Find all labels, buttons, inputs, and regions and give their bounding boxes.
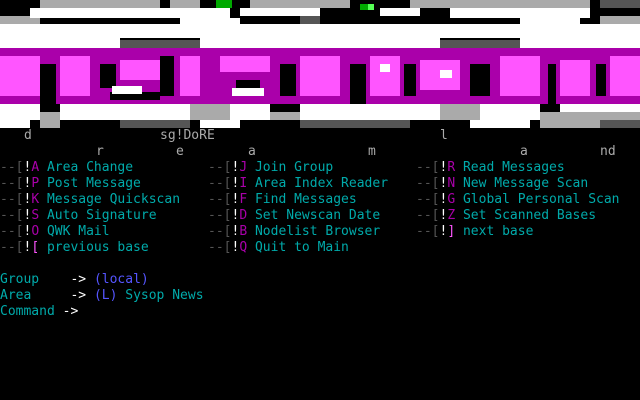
menu-item-area-change[interactable]: --[!A Area Change bbox=[0, 160, 133, 176]
area-status-line: Area -> (L) Sysop News bbox=[0, 288, 204, 304]
area-label: Area bbox=[0, 288, 32, 303]
tag-letter: nd bbox=[600, 144, 616, 159]
ansi-art-banner bbox=[0, 0, 640, 128]
menu-item-nodelist-browser[interactable]: --[!B Nodelist Browser bbox=[208, 224, 380, 240]
menu-item-next-base[interactable]: --[!] next base bbox=[416, 224, 533, 240]
menu-prefix: --[ bbox=[0, 240, 24, 255]
menu-item-previous-base[interactable]: --[![ previous base bbox=[0, 240, 149, 256]
menu-item-message-quickscan[interactable]: --[!K Message Quickscan bbox=[0, 192, 180, 208]
menu-label: Auto Signature bbox=[46, 208, 157, 223]
menu-label: Set Scanned Bases bbox=[462, 208, 597, 223]
menu-prefix: --[ bbox=[0, 208, 24, 223]
menu-item-global-personal-scan[interactable]: --[!G Global Personal Scan bbox=[416, 192, 620, 208]
menu-prefix: --[ bbox=[208, 224, 232, 239]
menu-prefix: --[ bbox=[416, 192, 440, 207]
menu-item-auto-signature[interactable]: --[!S Auto Signature bbox=[0, 208, 157, 224]
tag-letter: a bbox=[248, 144, 256, 159]
menu-hotkey: D bbox=[239, 208, 248, 223]
menu-prefix: --[ bbox=[416, 208, 440, 223]
menu-label: Nodelist Browser bbox=[254, 224, 381, 239]
menu-item-find-messages[interactable]: --[!F Find Messages bbox=[208, 192, 357, 208]
menu-hotkey: [ bbox=[31, 240, 40, 255]
menu-label: Area Index Reader bbox=[254, 176, 389, 191]
menu-item-qwk-mail[interactable]: --[!O QWK Mail bbox=[0, 224, 110, 240]
menu-label: Area Change bbox=[46, 160, 134, 175]
bbs-terminal: d sg!DoRE l r e a m a nd --[!A Area Chan… bbox=[0, 0, 640, 400]
menu-item-area-index-reader[interactable]: --[!I Area Index Reader bbox=[208, 176, 388, 192]
tag-letter: m bbox=[368, 144, 376, 159]
menu-label: Global Personal Scan bbox=[462, 192, 620, 207]
menu-hotkey: P bbox=[31, 176, 40, 191]
menu-hotkey: I bbox=[239, 176, 248, 191]
menu-label: Find Messages bbox=[254, 192, 357, 207]
menu-item-join-group[interactable]: --[!J Join Group bbox=[208, 160, 333, 176]
menu-label: Quit to Main bbox=[254, 240, 349, 255]
menu-hotkey: N bbox=[447, 176, 456, 191]
menu-label: Post Message bbox=[46, 176, 141, 191]
menu-label: Join Group bbox=[254, 160, 334, 175]
group-arrow: -> bbox=[70, 272, 87, 287]
area-value: Sysop News bbox=[125, 288, 204, 303]
menu-prefix: --[ bbox=[0, 160, 24, 175]
banner-tagline: d sg!DoRE l r e a m a nd bbox=[0, 128, 640, 160]
menu-prefix: --[ bbox=[416, 176, 440, 191]
menu-hotkey: B bbox=[239, 224, 248, 239]
artist-signature: sg!DoRE bbox=[160, 128, 215, 143]
area-code: (L) bbox=[93, 288, 118, 303]
menu-hotkey: A bbox=[31, 160, 40, 175]
tag-letter: e bbox=[176, 144, 184, 159]
command-arrow: -> bbox=[62, 304, 79, 319]
menu-hotkey: S bbox=[31, 208, 40, 223]
menu-hotkey: J bbox=[239, 160, 248, 175]
tag-letter: d bbox=[24, 128, 32, 143]
menu-prefix: --[ bbox=[0, 176, 24, 191]
menu-hotkey: Q bbox=[239, 240, 248, 255]
menu-hotkey: R bbox=[447, 160, 456, 175]
menu-label: Read Messages bbox=[462, 160, 565, 175]
menu-hotkey: Z bbox=[447, 208, 456, 223]
menu-hotkey: F bbox=[239, 192, 248, 207]
menu-label: QWK Mail bbox=[46, 224, 110, 239]
menu-hotkey: G bbox=[447, 192, 456, 207]
menu-label: Set Newscan Date bbox=[254, 208, 381, 223]
menu-item-set-scanned-bases[interactable]: --[!Z Set Scanned Bases bbox=[416, 208, 596, 224]
menu-prefix: --[ bbox=[416, 224, 440, 239]
menu-item-read-messages[interactable]: --[!R Read Messages bbox=[416, 160, 565, 176]
group-label: Group bbox=[0, 272, 40, 287]
menu-label: Message Quickscan bbox=[46, 192, 181, 207]
menu-label: previous base bbox=[46, 240, 149, 255]
menu-hotkey: K bbox=[31, 192, 40, 207]
menu-prefix: --[ bbox=[208, 192, 232, 207]
menu-item-quit-to-main[interactable]: --[!Q Quit to Main bbox=[208, 240, 349, 256]
menu-label: next base bbox=[462, 224, 534, 239]
menu-prefix: --[ bbox=[208, 208, 232, 223]
menu-item-new-message-scan[interactable]: --[!N New Message Scan bbox=[416, 176, 588, 192]
tag-letter: l bbox=[440, 128, 448, 143]
menu-hotkey: O bbox=[31, 224, 40, 239]
menu-prefix: --[ bbox=[208, 176, 232, 191]
menu-prefix: --[ bbox=[416, 160, 440, 175]
menu-prefix: --[ bbox=[0, 192, 24, 207]
menu-prefix: --[ bbox=[208, 240, 232, 255]
command-label: Command bbox=[0, 304, 55, 319]
menu-item-set-newscan-date[interactable]: --[!D Set Newscan Date bbox=[208, 208, 380, 224]
area-arrow: -> bbox=[70, 288, 87, 303]
group-status-line: Group -> (local) bbox=[0, 272, 149, 288]
group-value: (local) bbox=[93, 272, 149, 287]
tag-letter: a bbox=[520, 144, 528, 159]
tag-letter: r bbox=[96, 144, 104, 159]
menu-label: New Message Scan bbox=[462, 176, 589, 191]
command-prompt[interactable]: Command -> bbox=[0, 304, 78, 320]
menu-hotkey: ] bbox=[447, 224, 456, 239]
menu-prefix: --[ bbox=[208, 160, 232, 175]
menu-prefix: --[ bbox=[0, 224, 24, 239]
menu-item-post-message[interactable]: --[!P Post Message bbox=[0, 176, 141, 192]
